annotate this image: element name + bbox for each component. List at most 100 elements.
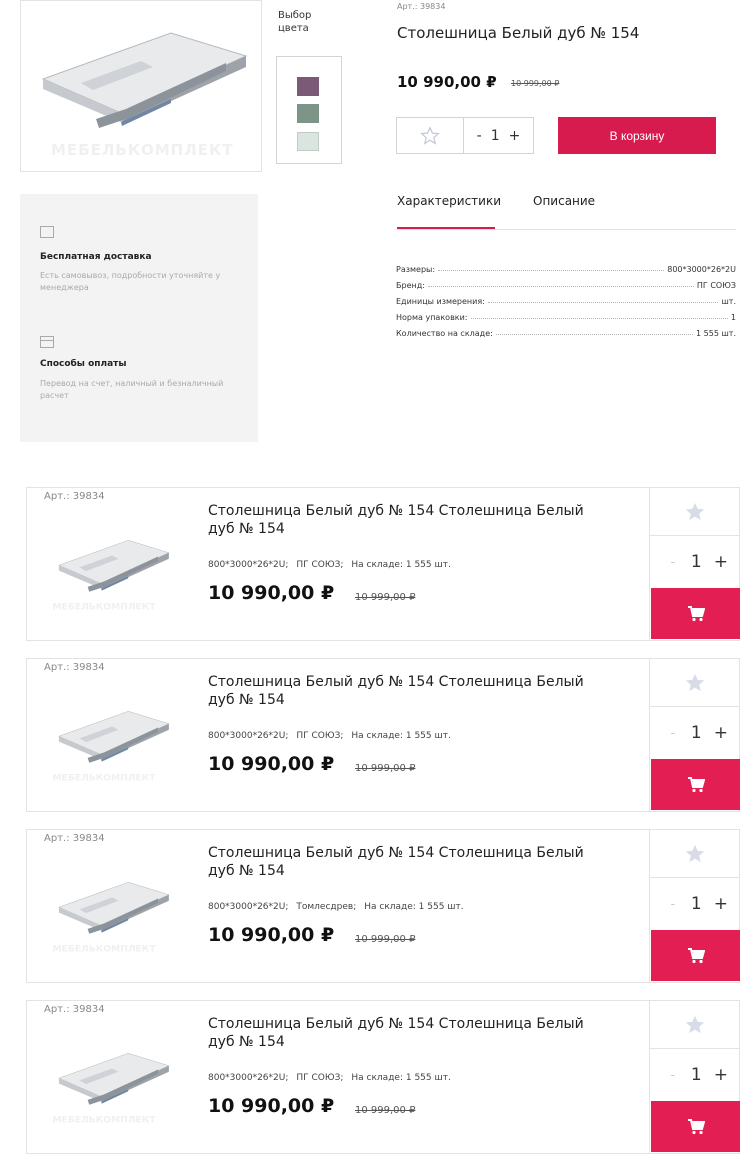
card-article: Арт.: 39834 [44,491,105,502]
increment-button[interactable]: + [714,894,728,914]
quantity-stepper: - 1 + [650,536,740,588]
color-swatch-sage[interactable] [297,104,319,123]
spec-value: шт. [721,297,736,306]
star-icon [685,1015,705,1033]
card-title[interactable]: Столешница Белый дуб № 154 Столешница Бе… [208,844,588,880]
quantity-value[interactable]: 1 [691,894,702,914]
product-card: Арт.: 39834 МЕБЕЛЬКОМПЛЕКТ Столешница Бе… [26,1000,740,1154]
card-stock: На складе: 1 555 шт. [364,902,464,912]
card-brand: ПГ СОЮЗ; [296,560,344,570]
cart-icon [687,776,705,792]
favorite-button[interactable] [650,659,740,707]
delivery-text: Есть самовывоз, подробности уточняйте у … [40,271,221,292]
cart-icon [687,605,705,621]
specs-table: Размеры: 800*3000*26*2U Бренд: ПГ СОЮЗ Еди… [396,258,736,338]
favorite-button[interactable] [650,488,740,536]
increment-button[interactable]: + [509,128,521,144]
decrement-button[interactable]: - [477,128,482,144]
card-thumbnail[interactable]: МЕБЕЛЬКОМПЛЕКТ [47,685,177,795]
spec-row: Норма упаковки: 1 [396,306,736,322]
card-thumbnail[interactable]: МЕБЕЛЬКОМПЛЕКТ [47,514,177,624]
product-old-price: 10 999,00 ₽ [511,79,560,88]
card-meta: 800*3000*26*2U; ПГ СОЮЗ; На складе: 1 555 … [208,731,459,741]
increment-button[interactable]: + [714,723,728,743]
favorite-button[interactable] [650,830,740,878]
decrement-button[interactable]: - [671,897,675,911]
quantity-value[interactable]: 1 [491,128,500,144]
product-card: Арт.: 39834 МЕБЕЛЬКОМПЛЕКТ Столешница Бе… [26,487,740,641]
increment-button[interactable]: + [714,1065,728,1085]
cart-icon [687,947,705,963]
spec-row: Размеры: 800*3000*26*2U [396,258,736,274]
tab-characteristics[interactable]: Характеристики [397,194,501,229]
card-old-price: 10 999,00 ₽ [355,1105,416,1116]
payment-text: Перевод на счет, наличный и безналичный … [40,379,224,400]
product-tabs: Характеристики Описание [396,194,736,230]
card-icon [40,336,54,348]
quantity-value[interactable]: 1 [691,552,702,572]
card-old-price: 10 999,00 ₽ [355,934,416,945]
spec-value: 1 555 шт. [696,329,736,338]
card-stock: На складе: 1 555 шт. [351,731,451,741]
decrement-button[interactable]: - [671,1068,675,1082]
add-to-cart-button[interactable] [651,930,740,981]
add-to-cart-button[interactable] [651,759,740,810]
card-stock: На складе: 1 555 шт. [351,1073,451,1083]
product-price: 10 990,00 ₽ [397,73,497,91]
delivery-payment-panel: Бесплатная доставка Есть самовывоз, подр… [20,194,258,442]
increment-button[interactable]: + [714,552,728,572]
card-price: 10 990,00 ₽ [208,924,335,946]
card-price: 10 990,00 ₽ [208,1095,335,1117]
quantity-stepper: - 1 + [650,878,740,930]
box-icon [40,226,54,238]
spec-value: ПГ СОЮЗ [696,281,736,290]
watermark: МЕБЕЛЬКОМПЛЕКТ [52,944,156,955]
decrement-button[interactable]: - [671,555,675,569]
spec-row: Количество на складе: 1 555 шт. [396,322,736,338]
card-thumbnail[interactable]: МЕБЕЛЬКОМПЛЕКТ [47,1027,177,1137]
color-swatch-list [276,56,342,164]
color-swatch-plum[interactable] [297,77,319,96]
quantity-value[interactable]: 1 [691,723,702,743]
card-title[interactable]: Столешница Белый дуб № 154 Столешница Бе… [208,1015,588,1051]
card-title[interactable]: Столешница Белый дуб № 154 Столешница Бе… [208,502,588,538]
decrement-button[interactable]: - [671,726,675,740]
card-title[interactable]: Столешница Белый дуб № 154 Столешница Бе… [208,673,588,709]
card-brand: ПГ СОЮЗ; [296,1073,344,1083]
card-thumbnail[interactable]: МЕБЕЛЬКОМПЛЕКТ [47,856,177,966]
color-swatch-mint[interactable] [297,132,319,151]
quantity-value[interactable]: 1 [691,1065,702,1085]
favorite-button[interactable] [397,118,464,153]
favorite-button[interactable] [650,1001,740,1049]
spec-row: Единицы измерения: шт. [396,290,736,306]
card-size: 800*3000*26*2U; [208,560,289,570]
card-brand: Томлесдрев; [296,902,357,912]
add-to-cart-button[interactable]: В корзину [558,117,716,154]
watermark: МЕБЕЛЬКОМПЛЕКТ [51,141,234,159]
tab-description[interactable]: Описание [533,194,595,229]
payment-title: Способы оплаты [40,359,127,369]
card-actions: - 1 + [649,830,740,982]
product-article: Арт.: 39834 [397,2,446,11]
product-card: Арт.: 39834 МЕБЕЛЬКОМПЛЕКТ Столешница Бе… [26,829,740,983]
quantity-box: - 1 + [396,117,534,154]
spec-key: Норма упаковки: [396,313,468,322]
card-meta: 800*3000*26*2U; ПГ СОЮЗ; На складе: 1 555 … [208,560,459,570]
watermark: МЕБЕЛЬКОМПЛЕКТ [52,602,156,613]
card-article: Арт.: 39834 [44,833,105,844]
add-to-cart-button[interactable] [651,588,740,639]
card-meta: 800*3000*26*2U; Томлесдрев; На складе: 1 5… [208,902,472,912]
star-icon [685,844,705,862]
delivery-title: Бесплатная доставка [40,252,152,262]
star-icon [420,125,440,145]
color-choice-label: Выбор цвета [278,10,312,34]
spec-key: Размеры: [396,265,436,274]
add-to-cart-button[interactable] [651,1101,740,1152]
card-old-price: 10 999,00 ₽ [355,592,416,603]
card-stock: На складе: 1 555 шт. [351,560,451,570]
product-main-image[interactable]: МЕБЕЛЬКОМПЛЕКТ [20,0,262,172]
card-actions: - 1 + [649,488,740,640]
card-article: Арт.: 39834 [44,662,105,673]
card-size: 800*3000*26*2U; [208,1073,289,1083]
quantity-stepper: - 1 + [650,1049,740,1101]
